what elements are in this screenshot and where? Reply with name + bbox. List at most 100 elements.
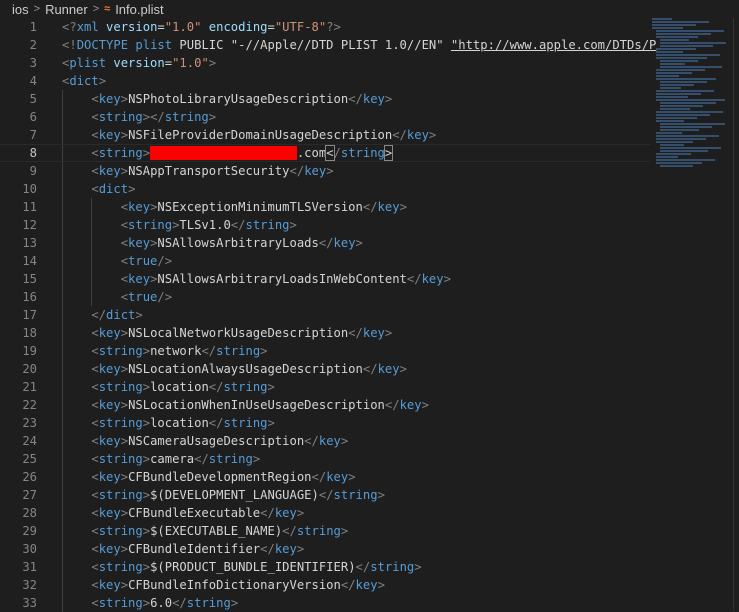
token-tag: key — [98, 542, 121, 556]
token-str: "UTF-8" — [274, 20, 327, 34]
code-line[interactable]: 30 <key>CFBundleIdentifier</key> — [0, 540, 650, 558]
token-p: </ — [260, 506, 275, 520]
code-line[interactable]: 14 <true/> — [0, 252, 650, 270]
code-line[interactable]: 15 <key>NSAllowsArbitraryLoadsInWebConte… — [0, 270, 650, 288]
breadcrumb-runner[interactable]: Runner — [45, 2, 88, 17]
code-line[interactable]: 18 <key>NSLocalNetworkUsageDescription</… — [0, 324, 650, 342]
code-line[interactable]: 32 <key>CFBundleInfoDictionaryVersion</k… — [0, 576, 650, 594]
code-line[interactable]: 17 </dict> — [0, 306, 650, 324]
token-p: > — [252, 452, 261, 466]
code-line[interactable]: 12 <string>TLSv1.0</string> — [0, 216, 650, 234]
code-line[interactable]: 4 <dict> — [0, 72, 650, 90]
line-number: 22 — [22, 398, 37, 412]
token-url: "http://www.apple.com/DTDs/P — [450, 38, 657, 52]
minimap-line — [656, 132, 682, 134]
token-p: > — [340, 524, 349, 538]
token-p: </ — [384, 398, 400, 412]
line-code: </dict> — [62, 306, 143, 324]
token-p: > — [135, 308, 143, 322]
token-tag: string — [98, 488, 143, 502]
code-line[interactable]: 23 <string>location</string> — [0, 414, 650, 432]
token-p: > — [120, 362, 129, 376]
code-line[interactable]: 10 <dict> — [0, 180, 650, 198]
minimap-line — [660, 87, 681, 89]
token-txt: CFBundleDevelopmentRegion — [128, 470, 312, 484]
token-tag: string — [98, 380, 143, 394]
line-number: 12 — [22, 218, 37, 232]
token-p: < — [91, 380, 99, 394]
token-p: > — [289, 218, 297, 232]
code-line[interactable]: 19 <string>network</string> — [0, 342, 650, 360]
vertical-scrollbar[interactable] — [733, 18, 739, 611]
minimap-line — [656, 159, 715, 161]
token-p: < — [91, 344, 99, 358]
token-txt: NSExceptionMinimumTLSVersion — [157, 200, 363, 214]
token-p: > — [142, 596, 151, 610]
code-line[interactable]: 29 <string>$(EXECUTABLE_NAME)</string> — [0, 522, 650, 540]
token-p: /> — [157, 254, 173, 268]
token-p: </ — [91, 308, 107, 322]
code-line[interactable]: 6 <string></string> — [0, 108, 650, 126]
code-line[interactable]: 31 <string>$(PRODUCT_BUNDLE_IDENTIFIER)<… — [0, 558, 650, 576]
minimap-line — [656, 90, 714, 92]
token-p: > — [208, 56, 217, 70]
minimap-line — [656, 51, 683, 53]
minimap-line — [656, 33, 711, 35]
line-number: 28 — [22, 506, 37, 520]
code-editor[interactable]: 1 <?xml version="1.0" encoding="UTF-8"?> 2… — [0, 18, 657, 612]
code-line[interactable]: 25 <string>camera</string> — [0, 450, 650, 468]
token-p: </ — [340, 578, 356, 592]
code-line[interactable]: 22 <key>NSLocationWhenInUseUsageDescript… — [0, 396, 650, 414]
token-p: </ — [348, 326, 363, 340]
code-line[interactable]: 16 <true/> — [0, 288, 650, 306]
code-line[interactable]: 21 <string>location</string> — [0, 378, 650, 396]
token-tag: key — [128, 200, 151, 214]
token-p: > — [377, 488, 385, 502]
token-p: < — [91, 434, 99, 448]
minimap-line — [656, 48, 696, 50]
token-tag: key — [98, 362, 121, 376]
token-p: > — [260, 344, 268, 358]
code-line[interactable]: 11 <key>NSExceptionMinimumTLSVersion</ke… — [0, 198, 650, 216]
code-line[interactable]: 1 <?xml version="1.0" encoding="UTF-8"?> — [0, 18, 650, 36]
indent-guide — [62, 288, 63, 306]
token-p: < — [91, 182, 99, 196]
code-line[interactable]: 8 <string>xxxxxxxxxxxxxxxxxxxx.com</stri… — [0, 144, 650, 162]
line-code: <key>NSFileProviderDomainUsageDescriptio… — [62, 126, 436, 144]
breadcrumb-ios[interactable]: ios — [12, 2, 29, 17]
code-line[interactable]: 7 <key>NSFileProviderDomainUsageDescript… — [0, 126, 650, 144]
code-line[interactable]: 3 <plist version="1.0"> — [0, 54, 650, 72]
code-line[interactable]: 9 <key>NSAppTransportSecurity</key> — [0, 162, 650, 180]
indent-guide — [62, 378, 63, 396]
code-line[interactable]: 33 <string>6.0</string> — [0, 594, 650, 612]
code-line[interactable]: 2 <!DOCTYPE plist PUBLIC "-//Apple//DTD P… — [0, 36, 657, 54]
token-txt: NSAllowsArbitraryLoads — [157, 236, 319, 250]
token-p: < — [120, 218, 129, 232]
code-line[interactable]: 20 <key>NSLocationAlwaysUsageDescription… — [0, 360, 650, 378]
code-line[interactable]: 26 <key>CFBundleDevelopmentRegion</key> — [0, 468, 650, 486]
indent-guide — [91, 288, 93, 306]
token-p: > — [120, 578, 129, 592]
token-p: > — [120, 92, 129, 106]
minimap-line — [656, 75, 679, 77]
breadcrumb-file[interactable]: Info.plist — [115, 2, 163, 17]
line-code: <key>NSCameraUsageDescription</key> — [62, 432, 348, 450]
minimap-line — [660, 150, 708, 152]
code-line[interactable]: 13 <key>NSAllowsArbitraryLoads</key> — [0, 234, 650, 252]
indent-guide — [62, 252, 63, 270]
code-line[interactable]: 27 <string>$(DEVELOPMENT_LANGUAGE)</stri… — [0, 486, 650, 504]
token-p: < — [91, 524, 99, 538]
token-tag: string — [164, 110, 209, 124]
plist-file-icon: ≈ — [104, 3, 111, 15]
code-line[interactable]: 24 <key>NSCameraUsageDescription</key> — [0, 432, 650, 450]
token-attr: encoding — [208, 20, 268, 34]
code-line[interactable]: 5 <key>NSPhotoLibraryUsageDescription</k… — [0, 90, 650, 108]
minimap[interactable] — [652, 18, 732, 168]
token-tag: key — [399, 398, 422, 412]
code-line[interactable]: 28 <key>CFBundleExecutable</key> — [0, 504, 650, 522]
token-str: "1.0" — [172, 56, 209, 70]
token-p: > — [340, 434, 349, 448]
